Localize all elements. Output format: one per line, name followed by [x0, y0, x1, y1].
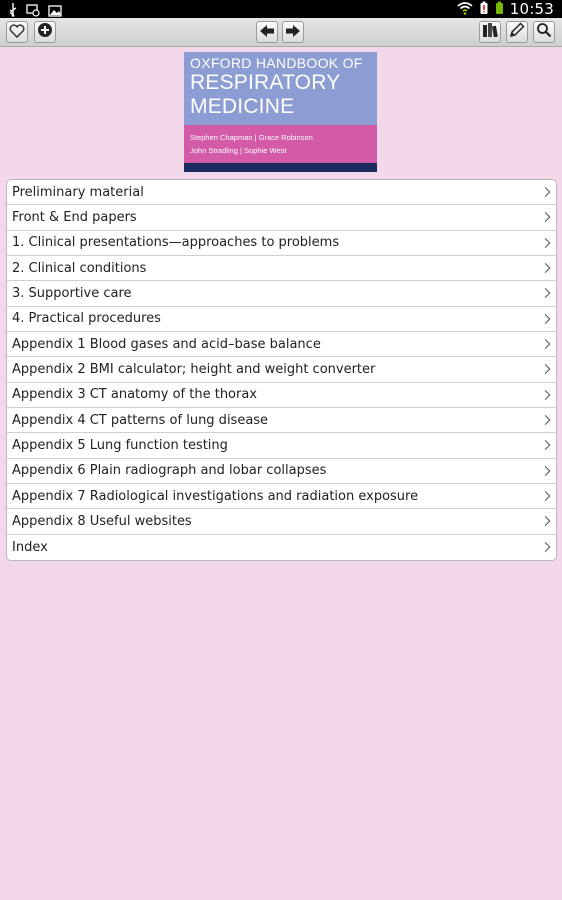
book-title-line2: RESPIRATORY — [190, 71, 341, 94]
toc-item-label: Appendix 7 Radiological investigations a… — [12, 488, 419, 504]
status-bar: 10:53 — [0, 0, 562, 18]
book-title-line3: MEDICINE — [190, 95, 295, 118]
plus-circle-icon — [37, 22, 53, 42]
book-authors: Stephen Chapman | Grace Robinson John St… — [184, 125, 377, 163]
toc-item-label: 2. Clinical conditions — [12, 260, 147, 276]
table-of-contents: Preliminary material Front & End papers … — [6, 179, 557, 561]
book-cover: OXFORD HANDBOOK OF RESPIRATORY MEDICINE … — [184, 52, 377, 172]
chevron-right-icon — [540, 465, 551, 476]
clock: 10:53 — [509, 0, 554, 18]
books-icon — [482, 22, 498, 42]
toc-item-label: 3. Supportive care — [12, 285, 132, 301]
chevron-right-icon — [540, 542, 551, 553]
chevron-right-icon — [540, 339, 551, 350]
toc-item[interactable]: Index — [7, 535, 556, 560]
chevron-right-icon — [540, 212, 551, 223]
toc-item-label: Appendix 1 Blood gases and acid–base bal… — [12, 336, 321, 352]
search-icon — [536, 22, 552, 42]
search-button[interactable] — [533, 21, 555, 43]
toc-item[interactable]: Appendix 2 BMI calculator; height and we… — [7, 357, 556, 383]
toc-item[interactable]: Appendix 6 Plain radiograph and lobar co… — [7, 459, 556, 484]
toc-item-label: 1. Clinical presentations—approaches to … — [12, 235, 340, 251]
chevron-right-icon — [540, 364, 551, 375]
toc-item[interactable]: Appendix 1 Blood gases and acid–base bal… — [7, 332, 556, 358]
toc-item-label: Appendix 6 Plain radiograph and lobar co… — [12, 463, 327, 479]
toc-item-label: Appendix 3 CT anatomy of the thorax — [12, 387, 258, 403]
toc-item[interactable]: 2. Clinical conditions — [7, 256, 556, 282]
book-authors-line2: John Stradling | Sophie West — [190, 146, 287, 155]
toc-item-label: Preliminary material — [12, 184, 144, 200]
toc-item[interactable]: Appendix 7 Radiological investigations a… — [7, 484, 556, 510]
toc-item-label: Appendix 8 Useful websites — [12, 513, 192, 529]
arrow-left-icon — [259, 23, 275, 42]
toc-item-label: Appendix 2 BMI calculator; height and we… — [12, 361, 376, 377]
favorite-button[interactable] — [6, 21, 28, 43]
battery-alert-icon — [479, 0, 489, 19]
forward-button[interactable] — [282, 21, 304, 43]
arrow-right-icon — [285, 23, 301, 42]
toc-item[interactable]: Front & End papers — [7, 205, 556, 231]
toc-item-label: 4. Practical procedures — [12, 311, 161, 327]
toc-item[interactable]: Appendix 5 Lung function testing — [7, 433, 556, 459]
chevron-right-icon — [540, 415, 551, 426]
chevron-right-icon — [540, 491, 551, 502]
add-button[interactable] — [34, 21, 56, 43]
chevron-right-icon — [540, 263, 551, 274]
toc-item[interactable]: 3. Supportive care — [7, 281, 556, 307]
chevron-right-icon — [540, 187, 551, 198]
status-icons-right: 10:53 — [457, 0, 554, 18]
toc-item-label: Appendix 5 Lung function testing — [12, 437, 228, 453]
battery-icon — [495, 0, 504, 19]
wifi-icon — [457, 0, 473, 19]
chevron-right-icon — [540, 237, 551, 248]
book-title: OXFORD HANDBOOK OF RESPIRATORY MEDICINE — [190, 55, 376, 119]
toc-item-label: Front & End papers — [12, 209, 137, 225]
chevron-right-icon — [540, 288, 551, 299]
toc-item-label: Appendix 4 CT patterns of lung disease — [12, 412, 269, 428]
toc-item[interactable]: 1. Clinical presentations—approaches to … — [7, 231, 556, 256]
pencil-icon — [509, 22, 525, 42]
toc-item[interactable]: Appendix 3 CT anatomy of the thorax — [7, 383, 556, 408]
chevron-right-icon — [540, 516, 551, 527]
edit-button[interactable] — [506, 21, 528, 43]
toolbar — [0, 18, 562, 47]
chevron-right-icon — [540, 389, 551, 400]
chevron-right-icon — [540, 440, 551, 451]
book-cover-band — [184, 163, 377, 172]
toc-item[interactable]: Appendix 4 CT patterns of lung disease — [7, 408, 556, 434]
toc-item-label: Index — [12, 539, 48, 555]
toc-item[interactable]: Appendix 8 Useful websites — [7, 509, 556, 535]
toc-item[interactable]: 4. Practical procedures — [7, 307, 556, 332]
library-button[interactable] — [479, 21, 501, 43]
toc-item[interactable]: Preliminary material — [7, 180, 556, 206]
book-authors-line1: Stephen Chapman | Grace Robinson — [190, 133, 313, 142]
heart-icon — [9, 23, 25, 42]
back-button[interactable] — [256, 21, 278, 43]
chevron-right-icon — [540, 313, 551, 324]
book-title-line1: OXFORD HANDBOOK OF — [190, 55, 363, 71]
